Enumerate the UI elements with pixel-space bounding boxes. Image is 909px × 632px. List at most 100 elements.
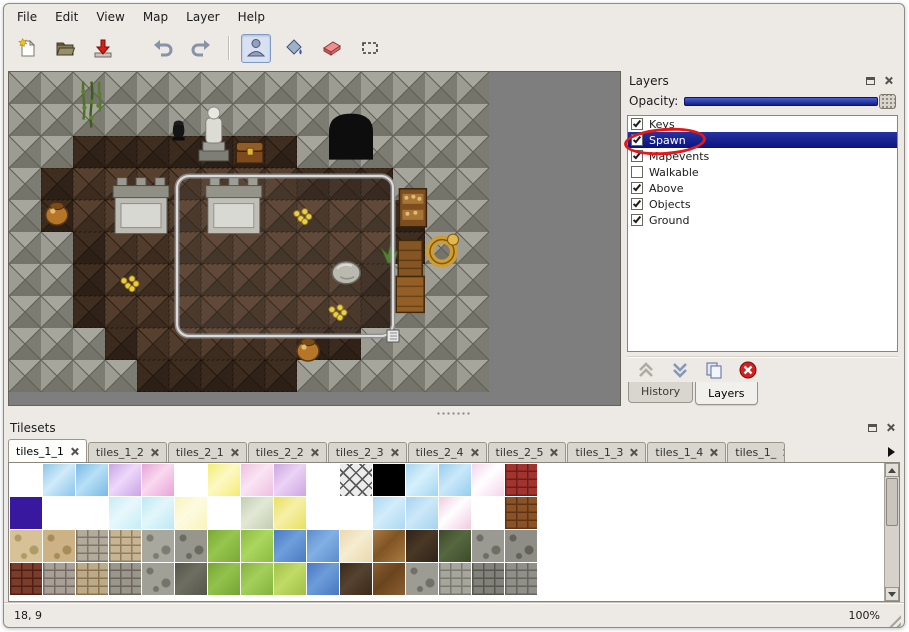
tileset-tile[interactable] [109,563,141,595]
tileset-tab-tiles_1_3[interactable]: tiles_1_3 [567,442,646,462]
tileset-tab-tiles_2_2[interactable]: tiles_2_2 [248,442,327,462]
layer-visibility-checkbox[interactable] [631,198,643,210]
tileset-tile[interactable] [307,497,339,529]
layer-visibility-checkbox[interactable] [631,166,643,178]
menu-layer[interactable]: Layer [177,6,228,28]
float-panel-button[interactable] [863,74,878,88]
tileset-tile[interactable] [505,563,537,595]
tab-close-icon[interactable] [70,447,79,456]
tileset-tile[interactable] [307,464,339,496]
duplicate-layer-button[interactable] [703,359,725,381]
tileset-tile[interactable] [175,563,207,595]
tab-close-icon[interactable] [470,448,479,457]
map-canvas[interactable] [9,72,620,405]
eraser-tool-button[interactable] [317,34,347,63]
menu-edit[interactable]: Edit [46,6,87,28]
tileset-tile[interactable] [43,563,75,595]
layer-visibility-checkbox[interactable] [631,134,643,146]
window-resize-grip[interactable] [886,612,901,627]
menu-file[interactable]: File [8,6,46,28]
tileset-tile[interactable] [505,464,537,496]
tileset-tile[interactable] [43,530,75,562]
tab-close-icon[interactable] [709,448,718,457]
lower-layer-button[interactable] [669,359,691,381]
tab-close-icon[interactable] [150,448,159,457]
opacity-slider-handle[interactable] [879,94,896,109]
menu-help[interactable]: Help [229,6,274,28]
tileset-tile[interactable] [241,464,273,496]
tileset-tile[interactable] [10,530,42,562]
tileset-tile[interactable] [340,497,372,529]
layer-visibility-checkbox[interactable] [631,182,643,194]
layer-row-walkable[interactable]: Walkable [628,164,897,180]
save-button[interactable] [88,34,118,63]
raise-layer-button[interactable] [635,359,657,381]
tileset-tile[interactable] [373,563,405,595]
layer-visibility-checkbox[interactable] [631,214,643,226]
tileset-tile[interactable] [10,497,42,529]
tileset-tile[interactable] [76,563,108,595]
undo-button[interactable] [148,34,178,63]
layer-visibility-checkbox[interactable] [631,118,643,130]
tileset-scrollbar[interactable] [884,463,899,601]
tileset-tile[interactable] [10,464,42,496]
tileset-tile[interactable] [439,563,471,595]
tileset-tile[interactable] [505,530,537,562]
tileset-tile[interactable] [439,497,471,529]
tileset-tile[interactable] [472,530,504,562]
tileset-tile[interactable] [340,563,372,595]
tileset-tile[interactable] [142,530,174,562]
tileset-tile[interactable] [43,464,75,496]
tileset-tab-tiles_2_5[interactable]: tiles_2_5 [488,442,567,462]
tileset-tile[interactable] [472,464,504,496]
map-view[interactable] [8,71,621,406]
tileset-tile[interactable] [505,497,537,529]
layer-row-keys[interactable]: Keys [628,116,897,132]
tab-scroll-right-button[interactable] [882,442,900,462]
tileset-tile[interactable] [406,497,438,529]
layer-row-mapevents[interactable]: Mapevents [628,148,897,164]
tileset-tile[interactable] [241,530,273,562]
tileset-tile[interactable] [472,497,504,529]
tileset-tile[interactable] [340,530,372,562]
menu-map[interactable]: Map [134,6,177,28]
scrollbar-thumb[interactable] [886,478,898,526]
horizontal-splitter[interactable] [4,408,904,418]
tileset-tile[interactable] [208,563,240,595]
select-tool-button[interactable] [355,34,385,63]
tileset-tile[interactable] [109,497,141,529]
opacity-slider[interactable] [684,94,896,109]
fill-tool-button[interactable] [279,34,309,63]
scrollbar-track[interactable] [885,477,899,587]
tileset-tile[interactable] [274,530,306,562]
tileset-tile[interactable] [109,464,141,496]
layer-row-above[interactable]: Above [628,180,897,196]
stamp-tool-button[interactable] [241,34,271,63]
tileset-tab-tiles_1_2[interactable]: tiles_1_2 [88,442,167,462]
tileset-tile[interactable] [406,530,438,562]
tileset-tile[interactable] [175,464,207,496]
tileset-tab-tiles_2_4[interactable]: tiles_2_4 [408,442,487,462]
dock-tab-layers[interactable]: Layers [695,382,757,405]
tileset-tile[interactable] [76,530,108,562]
tileset-tile[interactable] [208,497,240,529]
layer-row-ground[interactable]: Ground [628,212,897,228]
tab-close-icon[interactable] [310,448,319,457]
tileset-tile[interactable] [241,497,273,529]
tileset-tile[interactable] [439,530,471,562]
tileset-tile[interactable] [142,497,174,529]
open-button[interactable] [50,34,80,63]
tileset-tab-tiles_2_3[interactable]: tiles_2_3 [328,442,407,462]
delete-layer-button[interactable] [737,359,759,381]
tileset-tile[interactable] [439,464,471,496]
tab-close-icon[interactable] [629,448,638,457]
tileset-tile[interactable] [472,563,504,595]
layer-row-spawn[interactable]: Spawn [628,132,897,148]
tileset-tile[interactable] [406,464,438,496]
layer-visibility-checkbox[interactable] [631,150,643,162]
tileset-tile[interactable] [274,464,306,496]
close-panel-button[interactable] [883,421,898,435]
tileset-tile[interactable] [373,464,405,496]
tileset-tile[interactable] [340,464,372,496]
tileset-tile[interactable] [142,563,174,595]
